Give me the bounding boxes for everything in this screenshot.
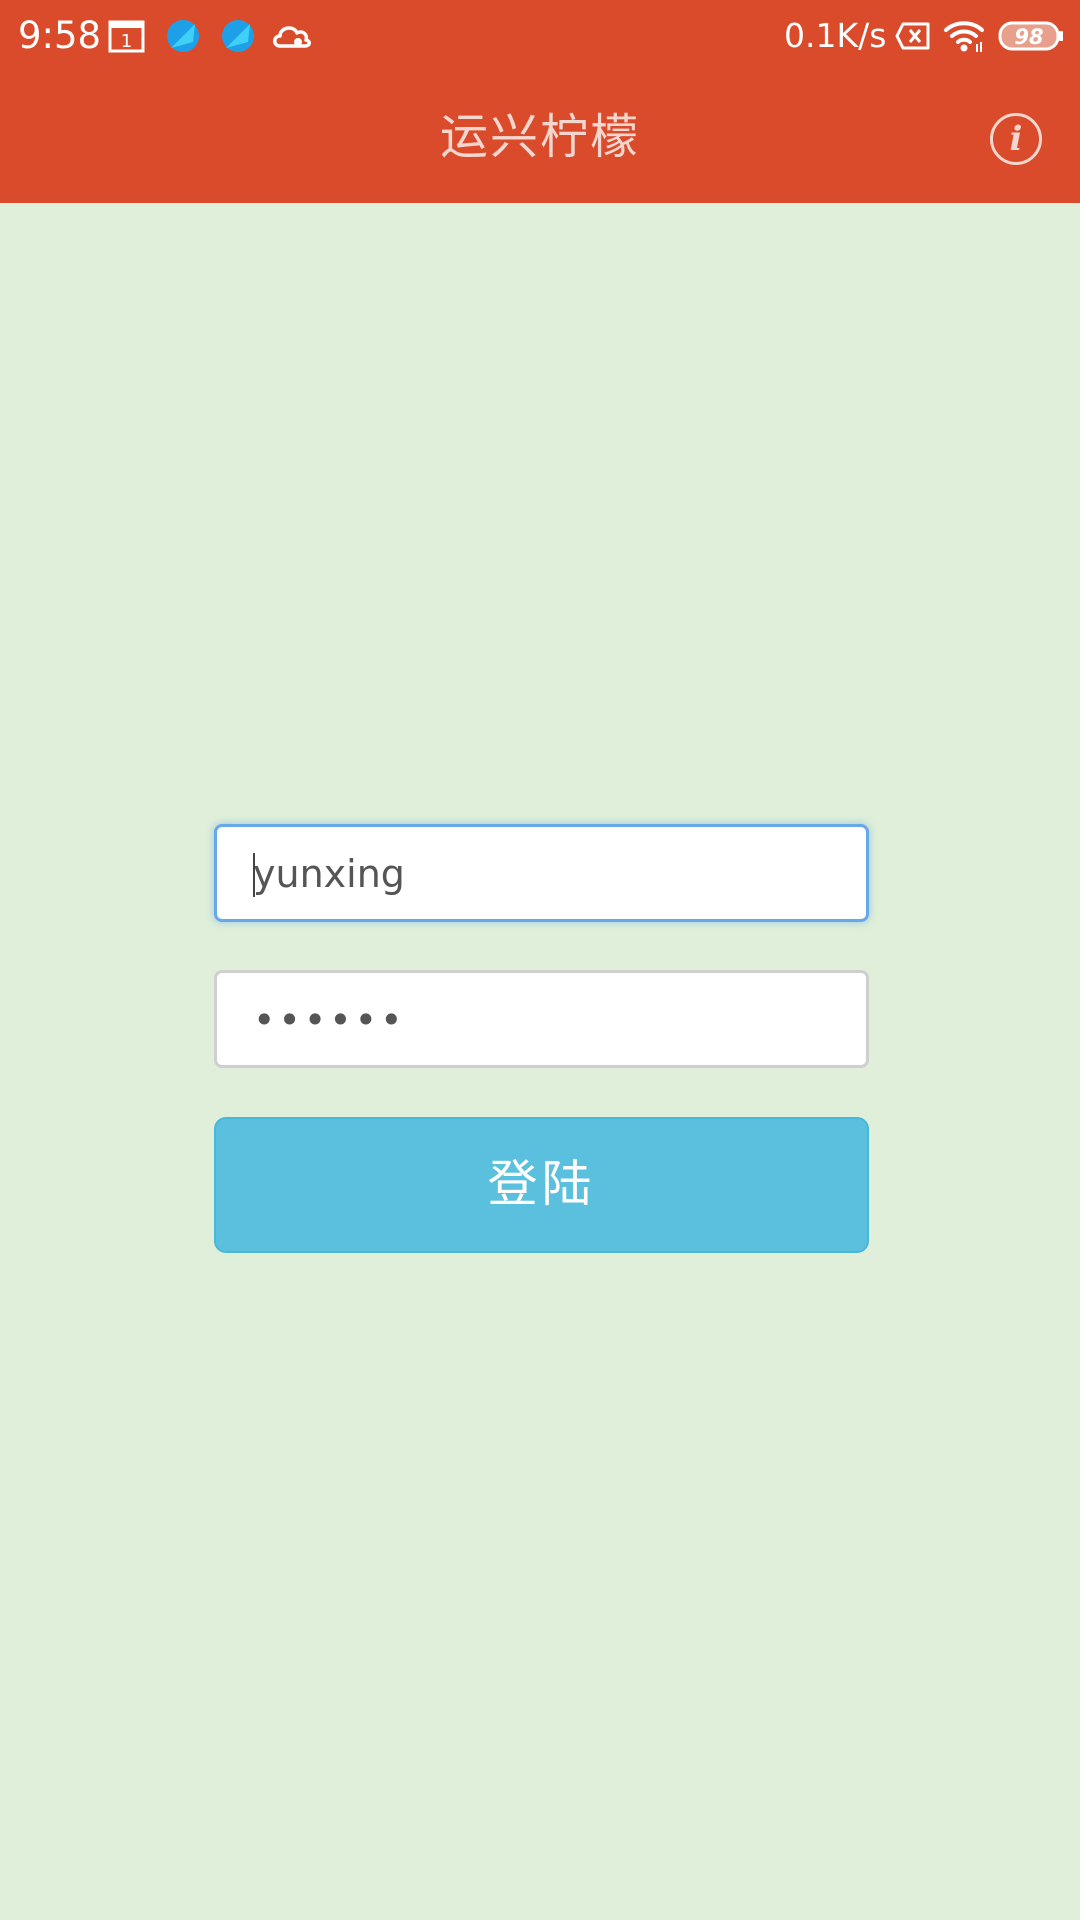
app-title: 运兴柠檬 — [439, 109, 640, 165]
status-time: 9:58 — [18, 14, 102, 57]
username-input[interactable]: yunxing — [214, 824, 869, 922]
password-value: •••••• — [253, 998, 406, 1042]
calendar-day: 1 — [121, 31, 132, 52]
browser-icon — [220, 18, 256, 58]
info-icon: i — [1009, 119, 1023, 159]
calendar-icon: 1 — [108, 18, 146, 58]
sim-none-icon — [895, 22, 931, 54]
browser-icon — [165, 18, 201, 58]
cloud-icon — [270, 20, 314, 56]
app-bar: 运兴柠檬 i — [0, 72, 1080, 203]
net-speed: 0.1K/s — [784, 16, 887, 55]
username-value: yunxing — [253, 852, 405, 896]
battery-icon: 98 — [998, 20, 1064, 56]
password-input[interactable]: •••••• — [214, 970, 869, 1068]
info-button[interactable]: i — [990, 113, 1042, 165]
status-bar: 9:58 1 0.1K/s 98 — [0, 0, 1080, 72]
login-button[interactable]: 登陆 — [214, 1117, 869, 1253]
text-caret — [253, 852, 255, 897]
battery-level: 98 — [1014, 25, 1043, 49]
wifi-icon — [943, 18, 985, 58]
